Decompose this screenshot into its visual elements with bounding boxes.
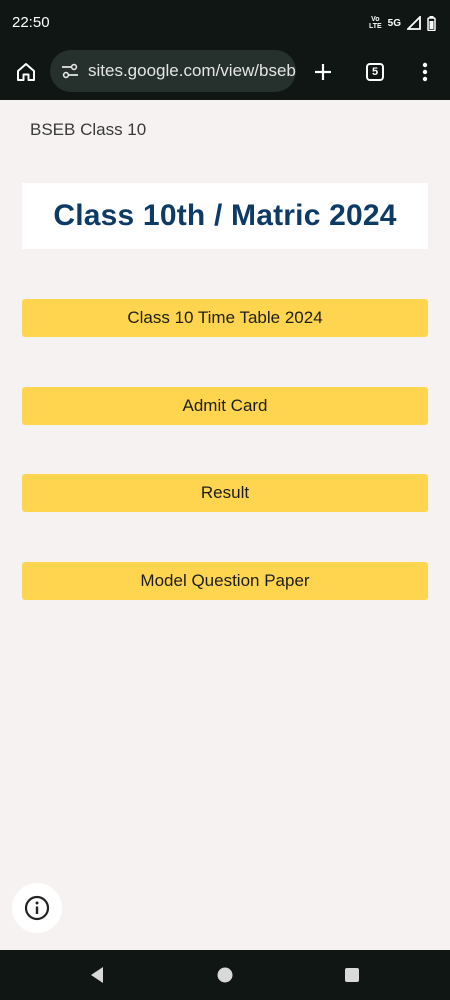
home-nav-button[interactable] [212,962,238,988]
url-text: sites.google.com/view/bseb [88,61,296,80]
network-type: 5G [387,17,401,29]
signal-icon [407,16,421,30]
recents-button[interactable] [339,962,365,988]
address-bar[interactable]: sites.google.com/view/bseb [50,50,296,92]
new-tab-button[interactable] [303,52,343,92]
battery-icon [427,15,436,31]
result-button[interactable]: Result [22,474,428,512]
browser-toolbar: sites.google.com/view/bseb 5 [0,46,450,100]
info-button[interactable] [12,883,62,933]
plus-icon [315,64,331,80]
home-button[interactable] [6,52,46,92]
recents-icon [345,968,359,982]
hero-banner: Class 10th / Matric 2024 [22,183,428,249]
system-nav-bar [0,950,450,1000]
back-icon [91,967,103,983]
menu-dots-icon [422,62,428,82]
volte-top-text: Vo [371,16,380,23]
site-name[interactable]: BSEB Class 10 [30,120,146,140]
admit-card-button[interactable]: Admit Card [22,387,428,425]
info-icon [24,895,50,921]
home-icon [17,63,35,81]
volte-icon: Vo LTE [369,16,382,30]
status-bar: 22:50 Vo LTE 5G [0,0,450,46]
page-title: Class 10th / Matric 2024 [53,199,397,232]
menu-button[interactable] [405,52,445,92]
status-time: 22:50 [12,14,50,31]
status-icons: Vo LTE 5G [369,14,436,32]
site-settings-button[interactable] [52,63,88,79]
tab-count: 5 [366,63,384,81]
page-content: BSEB Class 10 Class 10th / Matric 2024 C… [0,100,450,950]
time-table-button[interactable]: Class 10 Time Table 2024 [22,299,428,337]
model-question-paper-button[interactable]: Model Question Paper [22,562,428,600]
volte-bottom-text: LTE [368,23,382,30]
back-button[interactable] [84,962,110,988]
site-settings-icon [62,63,78,79]
tab-switcher-button[interactable]: 5 [355,52,395,92]
home-circle-icon [217,967,233,983]
